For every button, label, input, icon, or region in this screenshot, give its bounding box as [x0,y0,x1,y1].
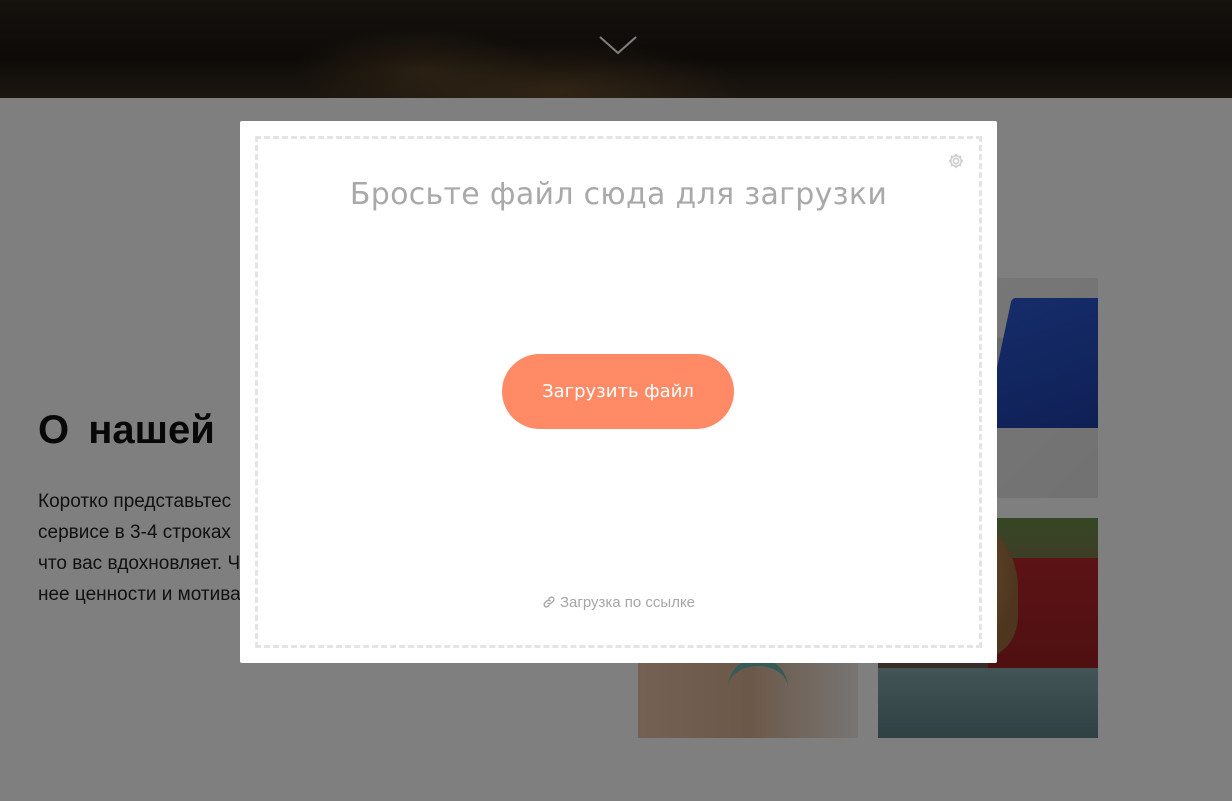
file-dropzone[interactable]: Бросьте файл сюда для загрузки Загрузить… [255,136,982,648]
link-icon [543,596,555,608]
link-upload-label: Загрузка по ссылке [559,594,696,611]
page: О нашей Коротко представьтес сервисе в 3… [0,0,1232,801]
upload-file-button[interactable]: Загрузить файл [502,354,734,429]
drop-title: Бросьте файл сюда для загрузки [349,177,888,212]
gear-icon[interactable] [947,152,965,170]
upload-dialog: Бросьте файл сюда для загрузки Загрузить… [240,121,997,663]
link-upload-button[interactable]: Загрузка по ссылке [258,594,979,611]
